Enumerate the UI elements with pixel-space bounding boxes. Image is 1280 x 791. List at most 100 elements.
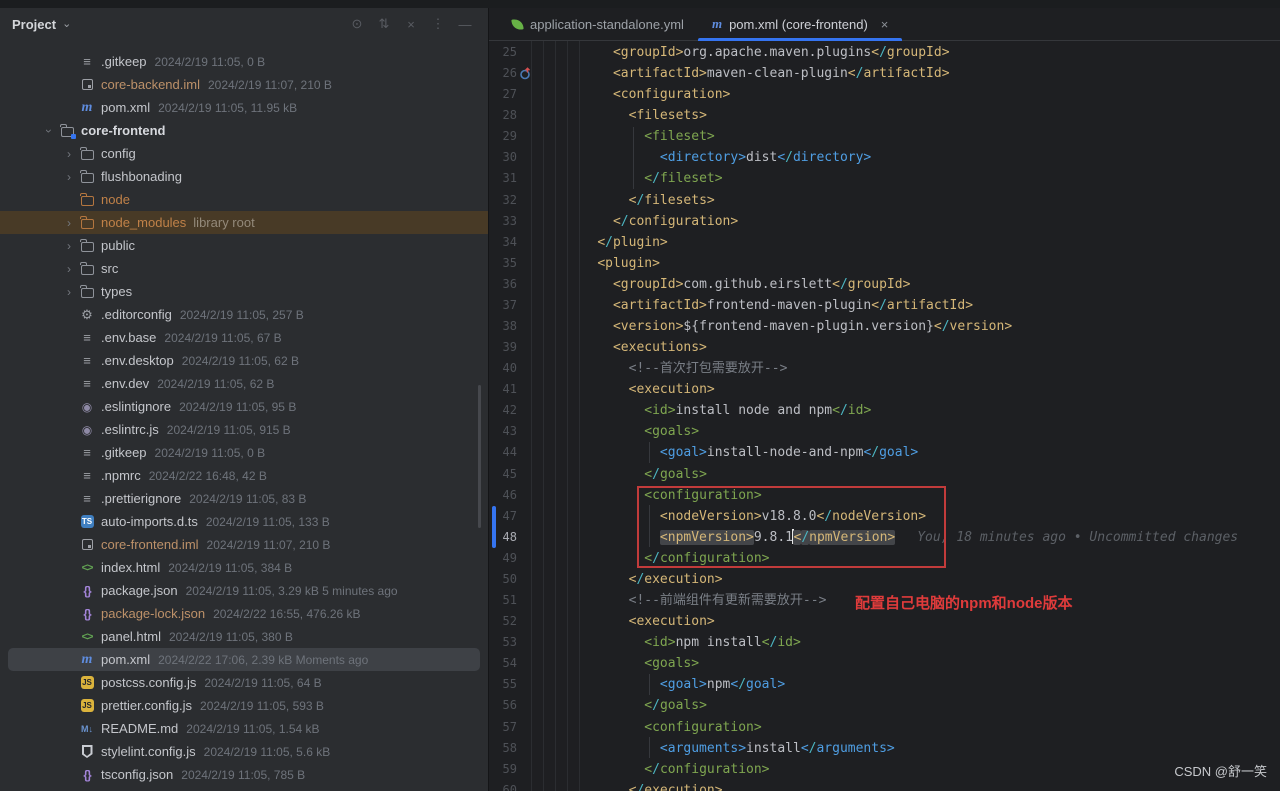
line-number-30[interactable]: 30 (489, 147, 517, 168)
chevron-right-icon[interactable]: › (60, 170, 78, 184)
tree-item-tsconfig.json[interactable]: {}tsconfig.json2024/2/19 11:05, 785 B (0, 763, 488, 786)
line-number-60[interactable]: 60 (489, 780, 517, 791)
tree-item-src[interactable]: ›src (0, 257, 488, 280)
git-change-marker[interactable] (492, 506, 496, 548)
code-line-48[interactable]: <npmVersion>9.8.1</npmVersion>You, 18 mi… (566, 527, 1280, 548)
line-number-43[interactable]: 43 (489, 421, 517, 442)
tree-item-.gitkeep[interactable]: ≡.gitkeep2024/2/19 11:05, 0 B (0, 50, 488, 73)
code-line-43[interactable]: <goals> (566, 421, 1280, 442)
line-number-32[interactable]: 32 (489, 190, 517, 211)
code-line-29[interactable]: <fileset> (566, 126, 1280, 147)
code-line-42[interactable]: <id>install node and npm</id> (566, 400, 1280, 421)
tab-pom-xml[interactable]: m pom.xml (core-frontend) × (698, 8, 902, 40)
line-number-33[interactable]: 33 (489, 211, 517, 232)
code-line-54[interactable]: <goals> (566, 653, 1280, 674)
chevron-right-icon[interactable]: › (60, 262, 78, 276)
line-number-28[interactable]: 28 (489, 105, 517, 126)
code-line-39[interactable]: <executions> (566, 337, 1280, 358)
code-line-31[interactable]: </fileset> (566, 168, 1280, 189)
tree-item-index.html[interactable]: <>index.html2024/2/19 11:05, 384 B (0, 556, 488, 579)
line-number-49[interactable]: 49 (489, 548, 517, 569)
code-line-44[interactable]: <goal>install-node-and-npm</goal> (566, 442, 1280, 463)
line-number-34[interactable]: 34 (489, 232, 517, 253)
line-number-38[interactable]: 38 (489, 316, 517, 337)
code-line-30[interactable]: <directory>dist</directory> (566, 147, 1280, 168)
project-view-selector[interactable]: Project ⌄ (12, 17, 71, 32)
tree-item-README.md[interactable]: M↓README.md2024/2/19 11:05, 1.54 kB (0, 717, 488, 740)
tree-item-types[interactable]: ›types (0, 280, 488, 303)
tree-item-core-backend.iml[interactable]: core-backend.iml2024/2/19 11:07, 210 B (0, 73, 488, 96)
close-icon[interactable]: × (881, 17, 889, 32)
code-line-52[interactable]: <execution> (566, 611, 1280, 632)
line-number-51[interactable]: 51 (489, 590, 517, 611)
collapse-all-icon[interactable]: × (404, 17, 418, 32)
code-line-35[interactable]: <plugin> (566, 253, 1280, 274)
tree-item-.gitkeep[interactable]: ≡.gitkeep2024/2/19 11:05, 0 B (0, 441, 488, 464)
tree-item-.env.base[interactable]: ≡.env.base2024/2/19 11:05, 67 B (0, 326, 488, 349)
code-line-55[interactable]: <goal>npm</goal> (566, 674, 1280, 695)
tree-item-node[interactable]: node (0, 188, 488, 211)
tree-item-postcss.config.js[interactable]: JSpostcss.config.js2024/2/19 11:05, 64 B (0, 671, 488, 694)
line-number-46[interactable]: 46 (489, 485, 517, 506)
line-number-41[interactable]: 41 (489, 379, 517, 400)
line-number-44[interactable]: 44 (489, 442, 517, 463)
code-line-58[interactable]: <arguments>install</arguments> (566, 738, 1280, 759)
tree-item-core-frontend[interactable]: ›core-frontend (0, 119, 488, 142)
locate-file-icon[interactable]: ⊙ (350, 16, 364, 32)
code-line-60[interactable]: </execution> (566, 780, 1280, 791)
chevron-down-icon[interactable]: › (40, 124, 58, 138)
code-line-57[interactable]: <configuration> (566, 717, 1280, 738)
more-options-icon[interactable]: ⋮ (431, 16, 445, 32)
tree-item-.env.desktop[interactable]: ≡.env.desktop2024/2/19 11:05, 62 B (0, 349, 488, 372)
line-number-45[interactable]: 45 (489, 464, 517, 485)
tree-item-.env.dev[interactable]: ≡.env.dev2024/2/19 11:05, 62 B (0, 372, 488, 395)
line-number-31[interactable]: 31 (489, 168, 517, 189)
code-line-49[interactable]: </configuration> (566, 548, 1280, 569)
line-number-56[interactable]: 56 (489, 695, 517, 716)
line-number-59[interactable]: 59 (489, 759, 517, 780)
code-line-47[interactable]: <nodeVersion>v18.8.0</nodeVersion> (566, 506, 1280, 527)
tree-item-.eslintignore[interactable]: ◉.eslintignore2024/2/19 11:05, 95 B (0, 395, 488, 418)
tree-item-pom.xml[interactable]: mpom.xml2024/2/22 17:06, 2.39 kB Moments… (8, 648, 480, 671)
tree-item-.prettierignore[interactable]: ≡.prettierignore2024/2/19 11:05, 83 B (0, 487, 488, 510)
line-number-57[interactable]: 57 (489, 717, 517, 738)
line-number-52[interactable]: 52 (489, 611, 517, 632)
code-line-59[interactable]: </configuration> (566, 759, 1280, 780)
tree-scrollbar-thumb[interactable] (478, 385, 481, 528)
code-line-37[interactable]: <artifactId>frontend-maven-plugin</artif… (566, 295, 1280, 316)
tab-application-standalone-yml[interactable]: application-standalone.yml (498, 8, 698, 40)
line-number-29[interactable]: 29 (489, 126, 517, 147)
tree-item-config[interactable]: ›config (0, 142, 488, 165)
code-line-38[interactable]: <version>${frontend-maven-plugin.version… (566, 316, 1280, 337)
tree-item-auto-imports.d.ts[interactable]: TSauto-imports.d.ts2024/2/19 11:05, 133 … (0, 510, 488, 533)
line-number-37[interactable]: 37 (489, 295, 517, 316)
tree-item-stylelint.config.js[interactable]: stylelint.config.js2024/2/19 11:05, 5.6 … (0, 740, 488, 763)
line-number-39[interactable]: 39 (489, 337, 517, 358)
line-number-36[interactable]: 36 (489, 274, 517, 295)
chevron-right-icon[interactable]: › (60, 239, 78, 253)
code-line-25[interactable]: <groupId>org.apache.maven.plugins</group… (566, 42, 1280, 63)
code-line-40[interactable]: <!--首次打包需要放开--> (566, 358, 1280, 379)
tree-item-.npmrc[interactable]: ≡.npmrc2024/2/22 16:48, 42 B (0, 464, 488, 487)
tree-item-package.json[interactable]: {}package.json2024/2/19 11:05, 3.29 kB 5… (0, 579, 488, 602)
tree-item-vite.config.ts[interactable]: TSvite.config.ts2024/2/19 11:05, 492 B (0, 786, 488, 791)
line-number-25[interactable]: 25 (489, 42, 517, 63)
code-content[interactable]: <groupId>org.apache.maven.plugins</group… (566, 42, 1280, 791)
tree-item-core-frontend.iml[interactable]: core-frontend.iml2024/2/19 11:07, 210 B (0, 533, 488, 556)
code-line-32[interactable]: </filesets> (566, 190, 1280, 211)
code-line-33[interactable]: </configuration> (566, 211, 1280, 232)
tree-item-node_modules[interactable]: ›node_moduleslibrary root (0, 211, 488, 234)
code-line-45[interactable]: </goals> (566, 464, 1280, 485)
chevron-right-icon[interactable]: › (60, 285, 78, 299)
tree-item-public[interactable]: ›public (0, 234, 488, 257)
editor-gutter[interactable]: 2526272829303132333435363738394041424344… (489, 42, 517, 791)
tree-item-.editorconfig[interactable]: ⚙.editorconfig2024/2/19 11:05, 257 B (0, 303, 488, 326)
code-line-56[interactable]: </goals> (566, 695, 1280, 716)
tree-item-flushbonading[interactable]: ›flushbonading (0, 165, 488, 188)
hide-panel-icon[interactable]: — (458, 17, 472, 32)
line-number-26[interactable]: 26 (489, 63, 517, 84)
maven-goal-icon[interactable] (519, 67, 532, 80)
chevron-right-icon[interactable]: › (60, 147, 78, 161)
line-number-53[interactable]: 53 (489, 632, 517, 653)
tree-item-prettier.config.js[interactable]: JSprettier.config.js2024/2/19 11:05, 593… (0, 694, 488, 717)
